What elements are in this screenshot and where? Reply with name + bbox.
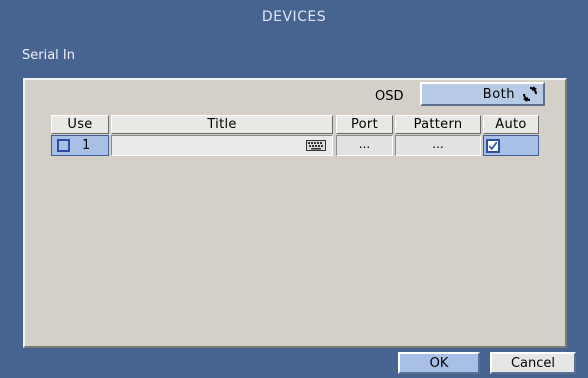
row-1-auto-cell[interactable] [483,135,539,156]
use-checkbox[interactable] [57,139,70,152]
row-1-title-field[interactable] [111,135,333,156]
header-auto: Auto [483,115,539,134]
osd-select[interactable]: Both [420,82,545,106]
header-port: Port [336,115,393,134]
header-title: Title [111,115,333,134]
devices-window: DEVICES Serial In OSD Both Use Title Por… [0,0,588,378]
header-use: Use [51,115,109,134]
checkmark-icon [488,141,498,150]
window-title: DEVICES [261,9,327,25]
osd-value: Both [482,86,515,102]
osd-label: OSD [375,89,404,104]
auto-checkbox[interactable] [486,138,500,153]
ok-button[interactable]: OK [398,352,480,374]
section-label: Serial In [22,48,75,63]
cycle-arrows-icon [523,86,537,102]
cancel-button[interactable]: Cancel [490,352,576,374]
row-1-pattern-button[interactable]: ... [395,135,481,156]
header-pattern: Pattern [395,115,481,134]
row-number: 1 [82,138,91,153]
keyboard-icon[interactable] [306,140,326,151]
row-1-use-cell[interactable]: 1 [51,135,109,156]
row-1-port-button[interactable]: ... [336,135,393,156]
